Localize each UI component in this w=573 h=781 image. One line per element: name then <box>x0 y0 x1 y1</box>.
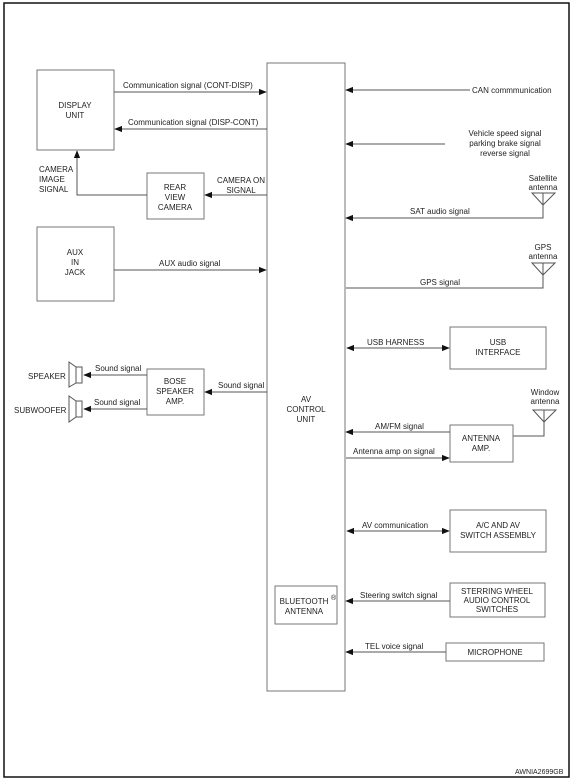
bose-amp-label-1: BOSE <box>164 377 186 386</box>
camera-image-label-2: IMAGE <box>39 175 65 184</box>
rear-view-camera-label-2: VIEW <box>165 193 186 202</box>
satellite-antenna-label-2: antenna <box>529 183 558 192</box>
av-comm-label: AV communication <box>362 521 428 530</box>
amfm-label: AM/FM signal <box>375 422 424 431</box>
disp-cont-label: Communication signal (DISP-CONT) <box>128 118 259 127</box>
microphone-label: MICROPHONE <box>467 648 522 657</box>
bose-amp-label-2: SPEAKER <box>156 387 194 396</box>
display-unit-box <box>36 69 115 151</box>
aux-label-1: AUX <box>67 248 84 257</box>
camera-image-wire <box>73 150 147 196</box>
satellite-antenna-icon <box>530 192 557 206</box>
satellite-antenna-label-1: Satellite <box>529 174 558 183</box>
aux-label-2: IN <box>71 258 79 267</box>
steering-label-2: AUDIO CONTROL <box>464 596 531 605</box>
aux-label-3: JACK <box>65 268 86 277</box>
gps-antenna-icon <box>530 262 557 276</box>
usb-label-2: INTERFACE <box>476 348 521 357</box>
sound-speaker-label: Sound signal <box>95 364 141 373</box>
usb-label-1: USB <box>490 338 506 347</box>
aux-audio-label: AUX audio signal <box>159 259 221 268</box>
tel-voice-label: TEL voice signal <box>365 642 424 651</box>
antenna-amp-label-1: ANTENNA <box>462 434 501 443</box>
subwoofer-icon <box>68 395 83 423</box>
display-unit-label-1: DISPLAY <box>58 101 92 110</box>
sound-subwoofer-label: Sound signal <box>94 398 140 407</box>
bose-amp-label-3: AMP. <box>166 397 185 406</box>
cont-disp-label: Communication signal (CONT-DISP) <box>123 81 253 90</box>
steering-label-1: STERRING WHEEL <box>461 587 534 596</box>
vehicle-label-1: Vehicle speed signal <box>469 129 542 138</box>
display-unit-label-2: UNIT <box>66 111 85 120</box>
bluetooth-label-2: ANTENNA <box>285 607 324 616</box>
ac-av-label-2: SWITCH ASSEMBLY <box>460 531 537 540</box>
gps-antenna-label-2: antenna <box>529 252 558 261</box>
usb-harness-label: USB HARNESS <box>367 338 424 347</box>
window-antenna-icon <box>531 409 558 423</box>
can-label: CAN commmunication <box>472 86 552 95</box>
bluetooth-registered-mark: ® <box>331 594 337 602</box>
window-antenna-wire <box>513 422 545 437</box>
gps-label: GPS signal <box>420 278 460 287</box>
steering-signal-label: Steering switch signal <box>360 591 438 600</box>
camera-on-label-1: CAMERA ON <box>217 176 265 185</box>
bluetooth-label-1: BLUETOOTH <box>280 597 329 606</box>
camera-image-label-1: CAMERA <box>39 165 74 174</box>
antenna-amp-label-2: AMP. <box>472 444 491 453</box>
antenna-amp-on-label: Antenna amp on signal <box>353 447 435 456</box>
window-antenna-label-2: antenna <box>531 397 560 406</box>
rear-view-camera-label-3: CAMERA <box>158 203 193 212</box>
speaker-icon <box>68 361 83 388</box>
sat-audio-label: SAT audio signal <box>410 207 470 216</box>
vehicle-label-2: parking brake signal <box>469 139 541 148</box>
rear-view-camera-label-1: REAR <box>164 183 186 192</box>
camera-on-label-2: SIGNAL <box>226 186 256 195</box>
sound-amp-label: Sound signal <box>218 381 264 390</box>
speaker-label: SPEAKER <box>28 372 66 381</box>
av-control-unit-label-3: UNIT <box>297 415 316 424</box>
av-control-unit-label-2: CONTROL <box>286 405 326 414</box>
av-system-block-diagram: AV CONTROL UNIT DISPLAY UNIT Communicati… <box>3 2 570 778</box>
steering-label-3: SWITCHES <box>476 605 518 614</box>
gps-antenna-label-1: GPS <box>535 243 552 252</box>
ac-av-label-1: A/C AND AV <box>476 521 521 530</box>
camera-image-label-3: SIGNAL <box>39 185 69 194</box>
figure-code: AWNIA2699GB <box>515 769 564 776</box>
av-control-unit-label-1: AV <box>301 395 312 404</box>
window-antenna-label-1: Window <box>531 388 560 397</box>
vehicle-label-3: reverse signal <box>480 149 530 158</box>
subwoofer-label: SUBWOOFER <box>14 406 67 415</box>
